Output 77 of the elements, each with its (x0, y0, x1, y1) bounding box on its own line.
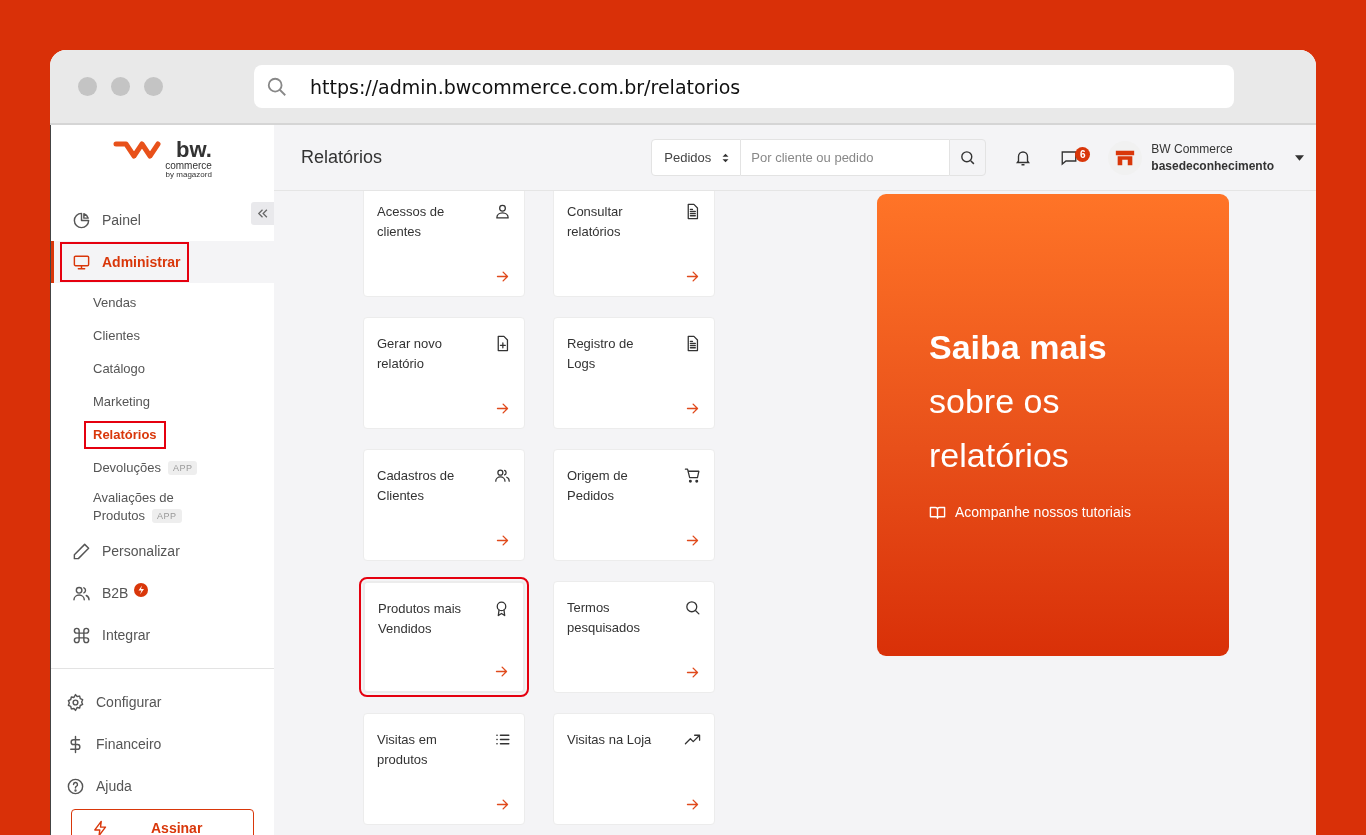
nav-item[interactable]: Ajuda (54, 765, 274, 807)
promo-text: sobre os (929, 380, 1061, 422)
report-card[interactable]: Gerar novo relatório (363, 317, 525, 429)
app-tag: APP (152, 509, 182, 523)
chat-icon (1060, 148, 1079, 167)
search-icon (959, 149, 977, 166)
report-card[interactable]: Registro de Logs (553, 317, 715, 429)
window-control-dot[interactable] (78, 77, 97, 96)
scope-select[interactable]: Pedidos (651, 139, 742, 176)
logo-wordmark: bw. (176, 139, 212, 161)
nav-item[interactable]: Integrar (60, 614, 159, 656)
arrow-right-icon (685, 533, 700, 548)
arrow-right-icon (685, 269, 700, 284)
app-tag: APP (167, 460, 198, 475)
account-name: BW Commerce (1151, 140, 1234, 158)
promo-headline: Saiba mais (929, 326, 1108, 368)
logo[interactable]: bw. commerce by magazord (113, 139, 212, 179)
nav-item[interactable]: Personalizar (60, 530, 188, 572)
collapse-button[interactable] (251, 202, 274, 225)
arrow-right-icon (685, 797, 700, 812)
logo-subtitle: commerce (165, 161, 212, 171)
settings-icon (66, 692, 85, 712)
nav-item[interactable]: Financeiro (54, 723, 274, 765)
store-name: basedeconhecimento (1151, 157, 1274, 175)
pie-chart-icon (72, 210, 91, 230)
nav-item[interactable]: Painel (60, 199, 149, 241)
submenu-item[interactable]: Relatórios (84, 420, 166, 449)
submenu-item[interactable]: Avaliações de Produtos APP (84, 484, 214, 530)
address-bar[interactable]: https://admin.bwcommerce.com.br/relatorios (254, 65, 1234, 108)
url-text: https://admin.bwcommerce.com.br/relatorios (310, 75, 741, 98)
arrow-right-icon (495, 533, 510, 548)
cart-icon (684, 467, 701, 484)
search-icon (684, 599, 701, 616)
monitor-icon (72, 252, 91, 272)
submenu-item[interactable]: Clientes (84, 321, 149, 350)
submenu-item[interactable]: Vendas (84, 288, 146, 317)
window-control-dot[interactable] (111, 77, 130, 96)
submenu-item[interactable]: Catálogo (84, 354, 155, 383)
report-card[interactable]: Visitas na Loja (553, 713, 715, 825)
subscribe-button[interactable]: Assinar (71, 809, 254, 835)
report-card[interactable]: Termos pesquisados (553, 581, 715, 693)
report-card[interactable]: Visitas em produtos (363, 713, 525, 825)
nav-item[interactable]: Administrar (60, 242, 189, 282)
arrow-right-icon (494, 664, 509, 679)
double-chevron-left-icon (255, 206, 270, 221)
report-card[interactable]: Cadastros de Clientes (363, 449, 525, 561)
report-card[interactable]: Consultar relatórios (553, 191, 715, 297)
arrow-right-icon (495, 269, 510, 284)
nav-item[interactable]: Configurar (54, 681, 274, 723)
arrow-right-icon (495, 401, 510, 416)
sort-caret-icon (721, 151, 731, 164)
account-menu[interactable]: BW Commerce basedeconhecimento (1108, 140, 1304, 175)
search-field[interactable]: Por cliente ou pedido (741, 139, 950, 176)
pencil-icon (72, 541, 91, 561)
nav-item[interactable]: B2B (60, 572, 137, 614)
arrow-right-icon (685, 401, 700, 416)
help-icon (66, 776, 85, 796)
command-icon (72, 625, 91, 645)
page-title: Relatórios (301, 147, 384, 168)
logo-byline: by magazord (165, 171, 212, 179)
tutorials-link[interactable]: Acompanhe nossos tutoriais (929, 503, 1131, 521)
lightning-icon (92, 819, 109, 835)
arrow-right-icon (495, 797, 510, 812)
search-icon (266, 75, 288, 98)
submenu-item[interactable]: Marketing (84, 387, 160, 416)
arrow-right-icon (685, 665, 700, 680)
promo-text: relatórios (929, 434, 1070, 476)
search-button[interactable] (949, 139, 987, 176)
submenu-item[interactable]: Devoluções APP (84, 453, 207, 482)
window-control-dot[interactable] (144, 77, 163, 96)
messages-button[interactable]: 6 (1056, 144, 1095, 171)
users-icon (494, 467, 511, 484)
report-card[interactable]: Origem de Pedidos (553, 449, 715, 561)
caret-icon (1295, 154, 1304, 161)
user-icon (494, 203, 511, 220)
report-card[interactable]: Acessos de clientes (363, 191, 525, 297)
count-badge: 6 (1075, 147, 1091, 162)
